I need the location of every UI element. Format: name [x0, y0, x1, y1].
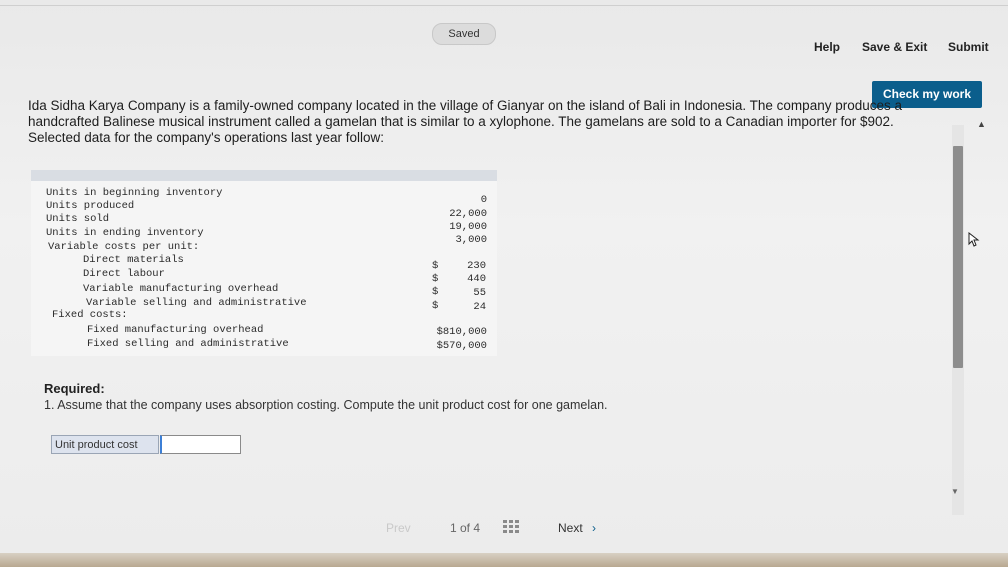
bottom-edge	[0, 553, 1008, 567]
prev-button[interactable]: Prev	[386, 521, 411, 535]
row-label: Direct materials	[83, 254, 184, 266]
row-label: Fixed manufacturing overhead	[87, 324, 264, 336]
unit-product-cost-input[interactable]	[160, 435, 241, 454]
row-value: 230	[467, 260, 486, 272]
currency-symbol: $	[432, 300, 439, 312]
scroll-up-arrow-icon[interactable]: ▲	[977, 119, 986, 129]
row-value: $810,000	[436, 326, 487, 338]
currency-symbol: $	[432, 286, 439, 298]
chevron-right-icon: ›	[592, 521, 597, 535]
pointer-cursor-icon	[968, 232, 980, 247]
scroll-down-arrow-icon[interactable]: ▼	[951, 487, 959, 496]
row-label: Units in ending inventory	[46, 227, 204, 239]
row-label: Units sold	[46, 213, 110, 225]
data-table-header	[31, 170, 497, 181]
row-value: 19,000	[449, 221, 487, 233]
row-value: 55	[473, 287, 486, 299]
required-question: 1. Assume that the company uses absorpti…	[44, 398, 608, 412]
row-value: $570,000	[436, 340, 487, 352]
next-button[interactable]: Next ›	[558, 521, 596, 535]
save-exit-link[interactable]: Save & Exit	[862, 40, 927, 54]
page-indicator: 1 of 4	[450, 521, 481, 535]
row-value: 3,000	[455, 234, 487, 246]
assignment-page: Saved Help Save & Exit Submit Check my w…	[0, 0, 1008, 567]
row-label: Variable manufacturing overhead	[83, 283, 279, 295]
required-heading: Required:	[44, 381, 105, 396]
row-label: Units in beginning inventory	[46, 187, 223, 199]
currency-symbol: $	[432, 260, 439, 272]
submit-link[interactable]: Submit	[948, 40, 989, 54]
row-value: 440	[467, 273, 486, 285]
row-value: 0	[480, 194, 487, 206]
next-label: Next	[558, 521, 583, 535]
scrollbar-thumb[interactable]	[953, 146, 963, 368]
row-value: 22,000	[449, 208, 487, 220]
grid-icon[interactable]	[503, 520, 521, 536]
saved-status-badge: Saved	[432, 23, 496, 45]
row-label: Direct labour	[83, 268, 165, 280]
row-value: 24	[473, 301, 486, 313]
section-label: Variable costs per unit:	[48, 241, 200, 253]
section-label: Fixed costs:	[52, 309, 128, 321]
help-link[interactable]: Help	[814, 40, 840, 54]
problem-intro: Ida Sidha Karya Company is a family-owne…	[28, 98, 902, 145]
row-label: Units produced	[46, 200, 135, 212]
data-table: Units in beginning inventory 0 Units pro…	[31, 170, 497, 356]
row-label: Fixed selling and administrative	[87, 338, 289, 350]
currency-symbol: $	[432, 273, 439, 285]
unit-product-cost-label: Unit product cost	[51, 435, 159, 454]
top-divider	[0, 5, 1008, 6]
